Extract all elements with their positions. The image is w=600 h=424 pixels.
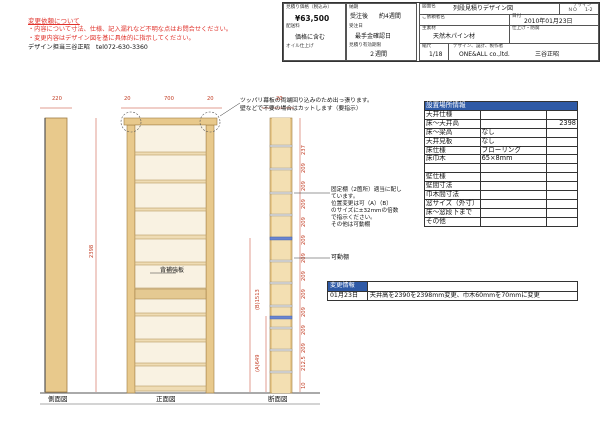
side-view-label: 側面図 xyxy=(48,395,68,403)
change-info-table: 変更情報 01月23日 天井高を2390を2398mm変更、巾木60mmを70mm… xyxy=(327,281,579,301)
section-mark: 209 xyxy=(301,163,307,173)
change-info-header: 変更情報 xyxy=(327,281,368,292)
dim-a: (A)649 xyxy=(255,354,261,373)
fixed-shelf-note: 固定棚（2箇所）適当に配し ています。 位置変更は可（A）（B） のサイズに±3… xyxy=(331,187,402,228)
section-mark: 209 xyxy=(301,199,307,209)
section-mark: 209 xyxy=(301,289,307,299)
back-board-label: 背補強板 xyxy=(160,267,185,274)
dim-inner: 700 xyxy=(164,96,174,102)
site-info-row: 天井仕様 xyxy=(424,109,578,120)
site-info-row: 床巾木 65×8mm xyxy=(424,154,578,165)
site-info-row: その他 xyxy=(424,216,578,227)
dim-b: (B)1513 xyxy=(255,289,261,310)
site-info-value: 65×8mm xyxy=(479,154,548,165)
site-info-value xyxy=(479,172,548,183)
site-info-value xyxy=(479,198,548,209)
site-info-value xyxy=(479,190,548,200)
section-mark: 237 xyxy=(301,145,307,155)
site-info-num xyxy=(546,190,578,200)
change-date: 01月23日 xyxy=(327,290,368,301)
site-info-label: 床～窓段下まで xyxy=(424,207,481,218)
site-info-num xyxy=(546,216,578,227)
dim-side-width: 220 xyxy=(52,96,62,102)
section-mark: 209 xyxy=(301,307,307,317)
movable-shelf-label: 可動棚 xyxy=(331,254,350,261)
dim-left-post: 20 xyxy=(124,96,131,102)
site-info-label: 床～天井高 xyxy=(424,118,481,129)
site-info-value xyxy=(479,207,548,218)
site-info-num xyxy=(546,145,578,156)
site-info-num: 2398 xyxy=(546,118,578,129)
section-mark: 212.5 xyxy=(301,356,307,371)
site-info-num xyxy=(546,207,578,218)
section-mark: 209 xyxy=(301,217,307,227)
site-info-num xyxy=(546,198,578,209)
site-info-num xyxy=(546,109,578,120)
site-info-value xyxy=(479,181,548,192)
site-info-value xyxy=(479,118,548,129)
site-info-table: 設置場所情報 天井仕様 床～天井高 2398 床～梁高 なし 天井見板 なし 床仕様 フローリン… xyxy=(424,101,578,227)
section-mark: 209 xyxy=(301,325,307,335)
site-info-label: 床巾木 xyxy=(424,154,481,165)
section-mark: 209 xyxy=(301,181,307,191)
section-mark: 10 xyxy=(301,382,307,389)
site-info-row: 天井見板 なし xyxy=(424,136,578,147)
section-mark: 209 xyxy=(301,253,307,263)
site-info-label: 天井見板 xyxy=(424,136,481,147)
change-row: 01月23日 天井高を2390を2398mm変更、巾木60mmを70mmに変更 xyxy=(327,290,579,301)
site-info-row: 床～天井高 2398 xyxy=(424,118,578,129)
section-mark: 209 xyxy=(301,235,307,245)
site-info-row: 床～窓段下まで xyxy=(424,207,578,218)
dim-right-post: 20 xyxy=(207,96,214,102)
top-note: ツッパリ幕板の両端回り込みのため出っ張ります。 壁などで不要の場合はカットします… xyxy=(240,98,373,112)
site-info-row xyxy=(424,163,578,174)
site-info-value: なし xyxy=(479,136,548,147)
site-info-value xyxy=(479,109,548,120)
section-mark: 209 xyxy=(301,343,307,353)
site-info-num xyxy=(546,127,578,138)
site-info-value: なし xyxy=(479,127,548,138)
section-mark: 209 xyxy=(301,271,307,281)
site-info-label: 天井仕様 xyxy=(424,109,481,120)
dim-height: 2398 xyxy=(89,244,95,258)
site-info-label: その他 xyxy=(424,216,481,227)
site-info-num xyxy=(546,181,578,192)
site-info-num xyxy=(546,172,578,183)
site-info-value xyxy=(479,163,548,174)
front-view-label: 正面図 xyxy=(156,395,176,403)
section-view-label: 断面図 xyxy=(268,395,288,403)
site-info-row: 床～梁高 なし xyxy=(424,127,578,138)
site-info-num xyxy=(546,154,578,165)
change-text: 天井高を2390を2398mm変更、巾木60mmを70mmに変更 xyxy=(366,290,579,301)
site-info-label: 床～梁高 xyxy=(424,127,481,138)
site-info-value xyxy=(479,216,548,227)
site-info-num xyxy=(546,163,578,174)
site-info-num xyxy=(546,136,578,147)
